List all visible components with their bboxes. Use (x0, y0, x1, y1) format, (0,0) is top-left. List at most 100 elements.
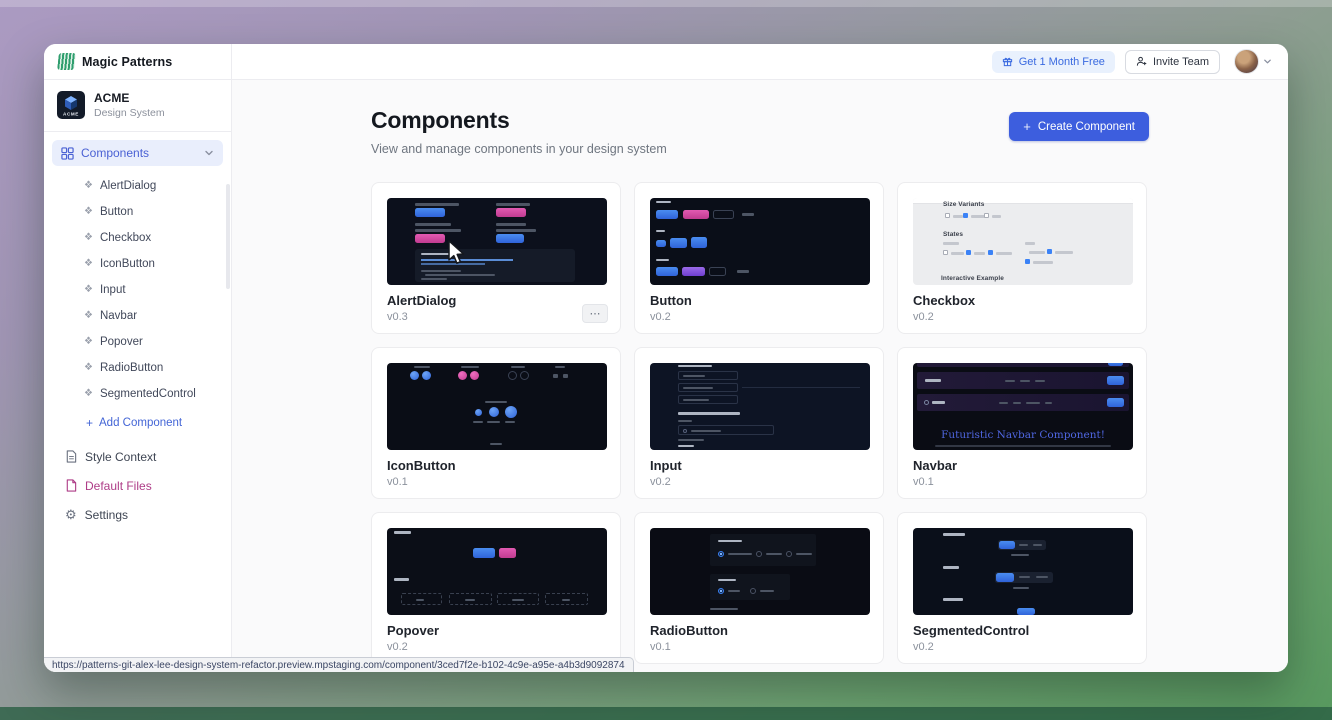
sidebar-item-radiobutton[interactable]: ❖RadioButton (44, 355, 231, 381)
sidebar-item-settings[interactable]: ⚙ Settings (44, 500, 231, 529)
default-files-label: Default Files (85, 479, 152, 493)
card-title: Input (650, 458, 682, 473)
card-version: v0.2 (913, 641, 934, 653)
sidebar-item-segmentedcontrol[interactable]: ❖ SegmentedControl (44, 381, 231, 407)
card-navbar[interactable]: Futuristic Navbar Component! Navbar v0.1 (897, 347, 1147, 499)
thumb-label: Size Variants (943, 201, 984, 208)
component-diamond-icon: ❖ (84, 311, 93, 321)
chevron-down-icon (1263, 57, 1272, 66)
sidebar-item-label: Checkbox (100, 232, 151, 244)
input-thumbnail (650, 363, 870, 450)
card-version: v0.2 (650, 476, 671, 488)
component-diamond-icon: ❖ (84, 337, 93, 347)
gear-icon: ⚙ (65, 508, 77, 521)
checkbox-thumbnail: Size Variants States Interactive Example (913, 198, 1133, 285)
card-checkbox[interactable]: Size Variants States Interactive Example (897, 182, 1147, 334)
app-window: Magic Patterns ACME ACME Design System (44, 44, 1288, 672)
sidebar-item-label: RadioButton (100, 362, 163, 374)
card-button[interactable]: Button v0.2 (634, 182, 884, 334)
plus-icon: + (86, 416, 93, 430)
thumb-label: States (943, 231, 963, 238)
create-component-button[interactable]: + Create Component (1009, 112, 1149, 141)
sidebar-item-components[interactable]: Components (52, 140, 223, 166)
sidebar-item-label: SegmentedControl (100, 388, 196, 400)
topbar: Get 1 Month Free Invite Team (232, 44, 1288, 80)
workspace-switcher[interactable]: ACME ACME Design System (44, 80, 231, 129)
sidebar-item-input[interactable]: ❖ Input (44, 277, 231, 303)
page-title: Components (371, 107, 667, 134)
acme-logo-text: ACME (63, 112, 79, 117)
main-content: Components View and manage components in… (232, 80, 1288, 672)
background-top-strip (0, 0, 1332, 7)
card-popover[interactable]: Popover v0.2 (371, 512, 621, 664)
mouse-cursor (447, 240, 467, 271)
file-icon (65, 479, 77, 492)
add-component-button[interactable]: + Add Component (44, 410, 231, 436)
gift-icon (1002, 56, 1013, 67)
card-version: v0.2 (913, 311, 934, 323)
sidebar-item-iconbutton[interactable]: ❖IconButton (44, 251, 231, 277)
radiobutton-thumbnail (650, 528, 870, 615)
card-version: v0.2 (650, 311, 671, 323)
card-title: AlertDialog (387, 293, 456, 308)
card-input[interactable]: Input v0.2 (634, 347, 884, 499)
workspace-name: ACME (94, 91, 165, 105)
account-menu[interactable] (1234, 49, 1272, 74)
card-version: v0.1 (913, 476, 934, 488)
component-diamond-icon: ❖ (84, 259, 93, 269)
navbar-caption: Futuristic Navbar Component! (941, 429, 1105, 441)
card-title: Popover (387, 623, 439, 638)
sidebar-item-default-files[interactable]: Default Files (44, 471, 231, 500)
sidebar-item-label: AlertDialog (100, 180, 156, 192)
card-title: RadioButton (650, 623, 728, 638)
person-plus-icon (1136, 56, 1147, 67)
card-version: v0.1 (387, 476, 408, 488)
ellipsis-icon: ⋯ (590, 307, 601, 320)
iconbutton-thumbnail (387, 363, 607, 450)
background-bottom-strip (0, 707, 1332, 720)
card-version: v0.1 (650, 641, 671, 653)
sidebar-divider (44, 131, 231, 132)
card-title: SegmentedControl (913, 623, 1029, 638)
status-bar: https://patterns-git-alex-lee-design-sys… (44, 657, 634, 672)
card-alertdialog[interactable]: AlertDialog v0.3 ⋯ (371, 182, 621, 334)
get-month-free-button[interactable]: Get 1 Month Free (992, 51, 1115, 73)
grid-icon (61, 147, 74, 160)
sidebar-item-alertdialog[interactable]: ❖ AlertDialog (44, 173, 231, 199)
create-component-label: Create Component (1038, 121, 1135, 133)
card-title: IconButton (387, 458, 456, 473)
sidebar-item-button[interactable]: ❖Button (44, 199, 231, 225)
card-more-button[interactable]: ⋯ (582, 304, 608, 323)
sidebar-item-checkbox[interactable]: ❖Checkbox (44, 225, 231, 251)
sidebar-item-label: Button (100, 206, 133, 218)
sidebar-components-label: Components (81, 146, 197, 160)
style-context-label: Style Context (85, 450, 156, 464)
components-grid: AlertDialog v0.3 ⋯ (371, 182, 1149, 664)
card-segmentedcontrol[interactable]: SegmentedControl v0.2 (897, 512, 1147, 664)
component-diamond-icon: ❖ (84, 285, 93, 295)
sidebar-item-label: Input (100, 284, 126, 296)
avatar (1234, 49, 1259, 74)
sidebar-item-label: Popover (100, 336, 143, 348)
card-iconbutton[interactable]: IconButton v0.1 (371, 347, 621, 499)
sidebar-item-navbar[interactable]: ❖Navbar (44, 303, 231, 329)
brand-header[interactable]: Magic Patterns (44, 44, 231, 80)
alertdialog-thumbnail (387, 198, 607, 285)
get-month-free-label: Get 1 Month Free (1019, 56, 1105, 68)
card-title: Navbar (913, 458, 957, 473)
segmentedcontrol-thumbnail (913, 528, 1133, 615)
invite-team-button[interactable]: Invite Team (1125, 50, 1220, 74)
card-version: v0.3 (387, 311, 408, 323)
document-icon (65, 450, 77, 463)
sidebar-item-style-context[interactable]: Style Context (44, 442, 231, 471)
sidebar-scrollbar[interactable] (226, 184, 230, 289)
sidebar-item-popover[interactable]: ❖ Popover (44, 329, 231, 355)
add-component-label: Add Component (99, 417, 182, 429)
chevron-down-icon (204, 148, 214, 158)
magic-patterns-logo-icon (57, 53, 76, 70)
component-diamond-icon: ❖ (84, 389, 93, 399)
card-radiobutton[interactable]: RadioButton v0.1 (634, 512, 884, 664)
popover-thumbnail (387, 528, 607, 615)
acme-logo-icon: ACME (57, 91, 85, 119)
component-diamond-icon: ❖ (84, 181, 93, 191)
